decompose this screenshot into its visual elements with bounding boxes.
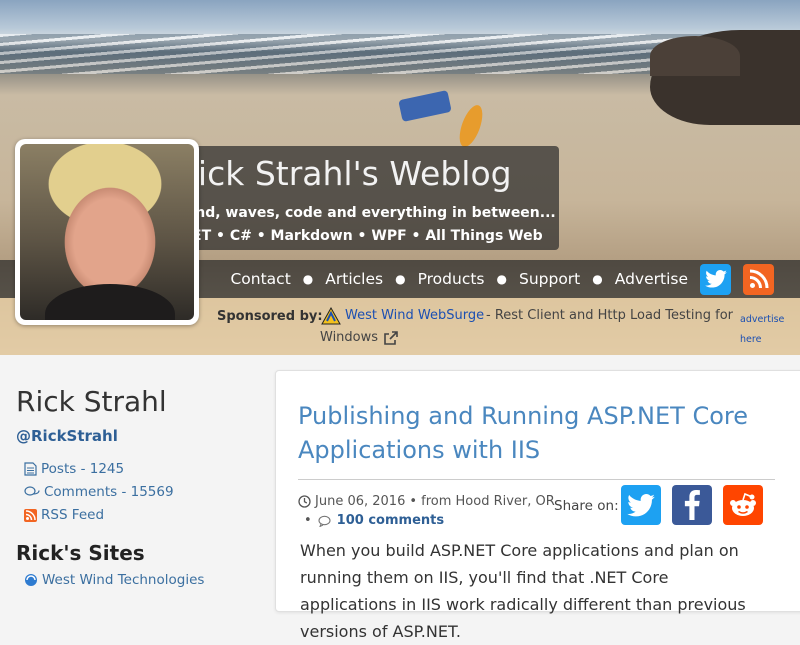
blog-title[interactable]: Rick Strahl's Weblog bbox=[175, 154, 512, 193]
header-banner: Rick Strahl's Weblog Wind, waves, code a… bbox=[0, 0, 800, 355]
post-body: When you build ASP.NET Core applications… bbox=[300, 541, 746, 641]
author-name: Rick Strahl bbox=[16, 385, 167, 418]
comments-link[interactable]: Comments - 15569 bbox=[24, 484, 174, 500]
advertise-here-link[interactable]: advertise here bbox=[740, 310, 784, 350]
title-divider bbox=[298, 479, 775, 480]
west-wind-logo-icon bbox=[25, 574, 37, 586]
nav-articles[interactable]: Articles bbox=[325, 270, 383, 288]
posts-link[interactable]: Posts - 1245 bbox=[24, 461, 124, 477]
nav-separator: ● bbox=[592, 272, 603, 286]
sidebar: Rick Strahl @RickStrahl Posts - 1245 Com… bbox=[0, 355, 268, 600]
nav-contact[interactable]: Contact bbox=[230, 270, 290, 288]
rss-feed-icon bbox=[24, 508, 37, 522]
site-link-west-wind[interactable]: West Wind Technologies bbox=[24, 572, 204, 588]
comments-count[interactable]: Comments - 15569 bbox=[44, 484, 174, 500]
post-card: Publishing and Running ASP.NET Core Appl… bbox=[275, 370, 800, 641]
post-date: June 06, 2016 bbox=[315, 494, 406, 509]
sponsor-link[interactable]: West Wind WebSurge bbox=[345, 308, 484, 323]
advertise-line1[interactable]: advertise bbox=[740, 310, 784, 330]
share-twitter-icon[interactable] bbox=[621, 485, 661, 525]
author-avatar-frame bbox=[15, 139, 199, 325]
blog-tagline: Wind, waves, code and everything in betw… bbox=[175, 205, 556, 221]
sponsor-label: Sponsored by: bbox=[217, 309, 323, 324]
share-label: Share on: bbox=[554, 498, 619, 514]
sponsor-description-line2: Windows bbox=[320, 330, 398, 345]
nav-separator: ● bbox=[302, 272, 314, 286]
twitter-icon[interactable] bbox=[700, 263, 731, 295]
nav-products[interactable]: Products bbox=[418, 270, 485, 288]
advertise-line2[interactable]: here bbox=[740, 330, 784, 350]
post-title[interactable]: Publishing and Running ASP.NET Core Appl… bbox=[298, 399, 758, 467]
document-icon bbox=[24, 462, 37, 476]
rss-feed-link[interactable]: RSS Feed bbox=[24, 507, 104, 523]
share-reddit-icon[interactable] bbox=[723, 485, 763, 525]
sites-heading: Rick's Sites bbox=[16, 541, 145, 565]
site1-label[interactable]: West Wind Technologies bbox=[42, 572, 204, 588]
nav-separator: ● bbox=[395, 272, 406, 286]
post-location: • from Hood River, OR bbox=[409, 494, 555, 509]
external-link-icon[interactable] bbox=[384, 330, 398, 345]
blog-topics: .NET • C# • Markdown • WPF • All Things … bbox=[175, 228, 543, 244]
share-facebook-icon[interactable] bbox=[672, 485, 712, 525]
posts-count[interactable]: Posts - 1245 bbox=[41, 461, 124, 477]
comment-icon bbox=[318, 515, 331, 527]
sponsor-platform: Windows bbox=[320, 330, 379, 345]
banner-rocks-2 bbox=[650, 36, 740, 76]
banner-windsurf-board bbox=[455, 102, 487, 150]
websurge-logo-icon bbox=[321, 307, 341, 325]
comment-count-link[interactable]: 100 comments bbox=[337, 513, 444, 528]
nav-advertise[interactable]: Advertise bbox=[615, 270, 688, 288]
author-twitter-handle[interactable]: @RickStrahl bbox=[16, 427, 118, 445]
clock-icon bbox=[298, 495, 311, 508]
author-avatar bbox=[20, 144, 194, 320]
post-meta: June 06, 2016 • from Hood River, OR bbox=[298, 494, 555, 509]
rss-feed-label[interactable]: RSS Feed bbox=[41, 507, 104, 523]
comments-icon bbox=[24, 486, 40, 496]
rss-icon[interactable] bbox=[743, 263, 774, 295]
meta-separator: • bbox=[304, 513, 312, 528]
banner-windsurf-sail bbox=[398, 90, 452, 122]
nav-links: Contact ● Articles ● Products ● Support … bbox=[230, 260, 774, 298]
post-comments[interactable]: • 100 comments bbox=[304, 513, 444, 528]
nav-separator: ● bbox=[496, 272, 507, 286]
nav-support[interactable]: Support bbox=[519, 270, 580, 288]
sponsor-description: - Rest Client and Http Load Testing for bbox=[486, 308, 734, 323]
